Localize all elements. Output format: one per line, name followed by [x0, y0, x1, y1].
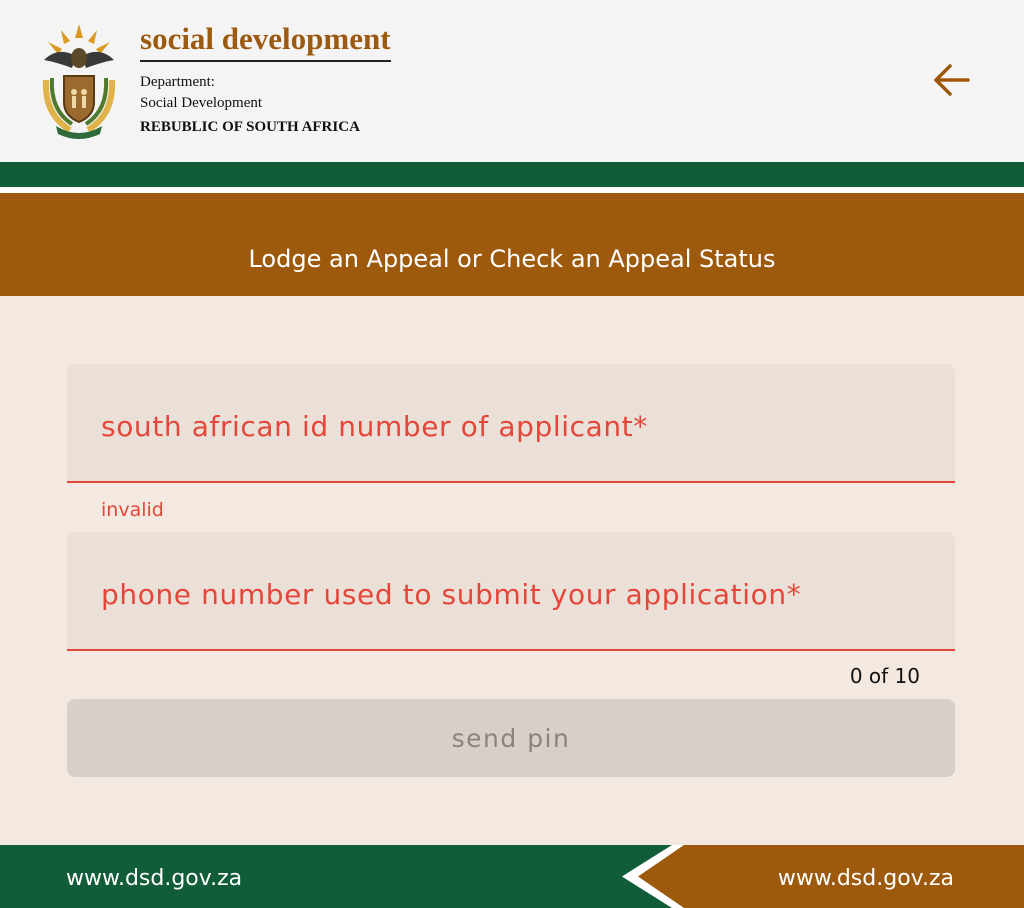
send-pin-button[interactable]: send pin [67, 699, 955, 777]
phone-number-placeholder: phone number used to submit your applica… [101, 578, 802, 611]
site-footer: www.dsd.gov.za www.dsd.gov.za [0, 845, 1024, 908]
footer-link-right[interactable]: www.dsd.gov.za [778, 845, 954, 908]
brand-title: social development [140, 20, 391, 62]
page-title: Lodge an Appeal or Check an Appeal Statu… [248, 245, 776, 273]
green-band [0, 162, 1024, 187]
phone-number-field[interactable]: phone number used to submit your applica… [67, 532, 955, 651]
footer-link-left[interactable]: www.dsd.gov.za [66, 845, 242, 908]
site-header: social development Department: Social De… [0, 0, 1024, 162]
department-name: Social Development [140, 95, 263, 111]
id-number-placeholder: south african id number of applicant* [101, 410, 648, 443]
department-label: Department: [140, 74, 215, 90]
id-number-field[interactable]: south african id number of applicant* [67, 364, 955, 483]
country-name: REBUBLIC OF SOUTH AFRICA [140, 119, 360, 135]
coat-of-arms-icon [42, 24, 116, 139]
arrow-left-icon [934, 64, 970, 96]
page-title-bar: Lodge an Appeal or Check an Appeal Statu… [0, 193, 1024, 296]
back-button[interactable] [928, 60, 974, 100]
id-number-error: invalid [101, 499, 164, 521]
phone-character-counter: 0 of 10 [849, 664, 920, 688]
